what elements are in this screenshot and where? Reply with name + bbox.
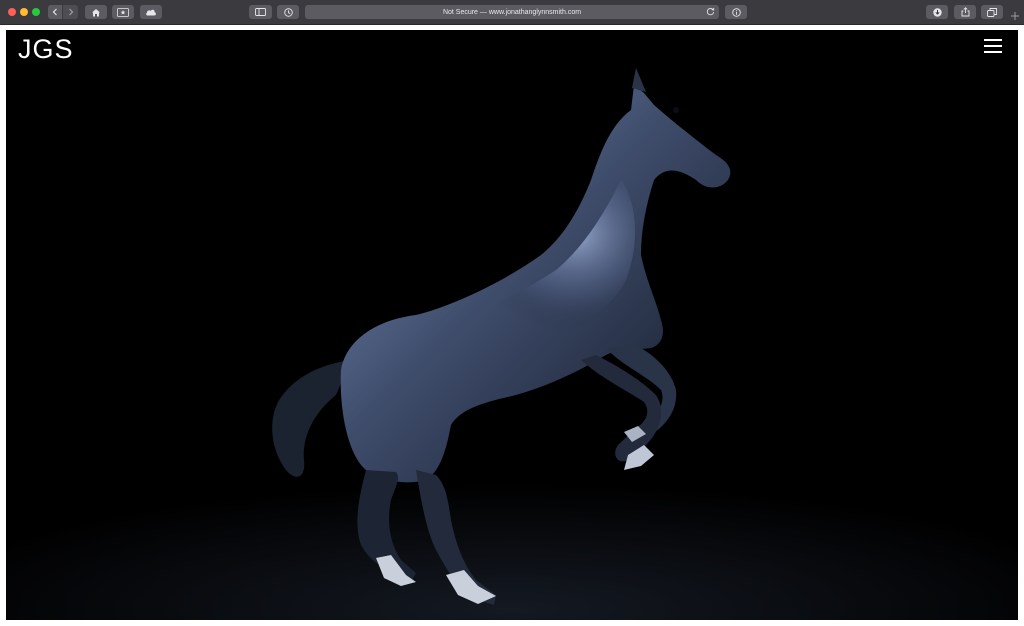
hero-image bbox=[6, 30, 1018, 620]
reload-icon bbox=[706, 7, 715, 16]
cloud-icon bbox=[146, 9, 156, 16]
info-icon bbox=[731, 7, 741, 17]
address-bar[interactable]: Not Secure — www.jonathanglynnsmith.com bbox=[305, 5, 719, 19]
minimize-window-button[interactable] bbox=[20, 8, 28, 16]
clock-icon bbox=[283, 7, 293, 17]
plus-icon bbox=[1011, 12, 1019, 20]
tab-overview-button[interactable] bbox=[981, 5, 1003, 19]
web-page: JGS bbox=[6, 30, 1018, 620]
bookmarks-button[interactable] bbox=[112, 5, 134, 19]
share-icon bbox=[961, 7, 969, 17]
info-button[interactable] bbox=[725, 5, 747, 19]
menu-line bbox=[984, 39, 1002, 41]
address-text: Not Secure — www.jonathanglynnsmith.com bbox=[442, 8, 582, 16]
hamburger-menu-icon[interactable] bbox=[984, 39, 1002, 53]
forward-button[interactable] bbox=[63, 5, 78, 19]
home-icon bbox=[92, 8, 100, 16]
chevron-left-icon bbox=[52, 8, 57, 16]
site-logo[interactable]: JGS bbox=[18, 34, 74, 65]
back-button[interactable] bbox=[48, 5, 63, 19]
menu-line bbox=[984, 51, 1002, 53]
star-icon bbox=[117, 7, 129, 17]
sidebar-icon bbox=[255, 8, 266, 16]
menu-line bbox=[984, 45, 1002, 47]
icloud-tabs-button[interactable] bbox=[140, 5, 162, 19]
home-button[interactable] bbox=[85, 5, 107, 19]
close-window-button[interactable] bbox=[8, 8, 16, 16]
sidebar-button[interactable] bbox=[249, 5, 272, 19]
history-navigation bbox=[48, 5, 78, 19]
history-button[interactable] bbox=[277, 5, 299, 19]
downloads-button[interactable] bbox=[926, 5, 948, 19]
download-icon bbox=[932, 7, 942, 17]
chevron-right-icon bbox=[68, 8, 73, 16]
reload-button[interactable] bbox=[706, 7, 715, 18]
share-button[interactable] bbox=[954, 5, 976, 19]
new-tab-button[interactable] bbox=[1010, 8, 1022, 20]
browser-toolbar: Not Secure — www.jonathanglynnsmith.com bbox=[0, 0, 1024, 25]
tabs-icon bbox=[987, 7, 997, 17]
zoom-window-button[interactable] bbox=[32, 8, 40, 16]
